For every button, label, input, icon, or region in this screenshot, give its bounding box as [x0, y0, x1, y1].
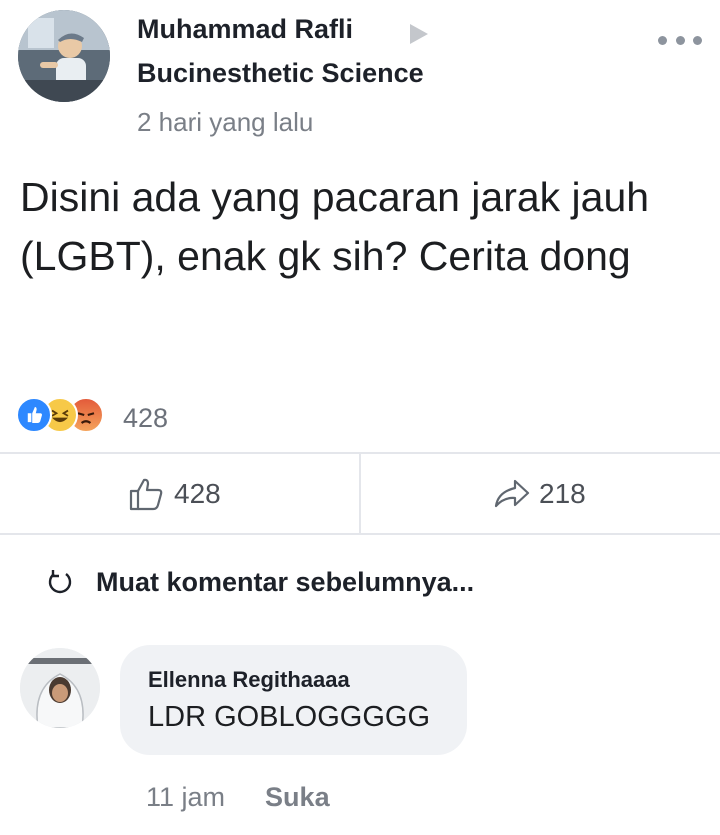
share-button[interactable]: 218 — [493, 474, 586, 514]
like-count: 428 — [174, 478, 221, 509]
load-previous-comments[interactable]: Muat komentar sebelumnya... — [46, 560, 474, 604]
comment-meta: 11 jam Suka — [146, 779, 330, 815]
commenter-avatar[interactable] — [20, 648, 100, 728]
like-reaction-icon — [16, 397, 52, 433]
post-text: Disini ada yang pacaran jarak jauh (LGBT… — [20, 174, 650, 279]
comment-author[interactable]: Ellenna Regithaaaa — [148, 667, 350, 693]
refresh-icon — [48, 570, 72, 594]
group-name[interactable]: Bucinesthetic Science — [137, 58, 424, 89]
author-avatar[interactable] — [18, 10, 110, 102]
post-header: Muhammad Rafli Bucinesthetic Science 2 h… — [0, 0, 720, 150]
caret-right-icon — [410, 24, 428, 44]
share-count: 218 — [539, 478, 586, 509]
comment-like-button[interactable]: Suka — [265, 782, 330, 813]
comment-timestamp[interactable]: 11 jam — [146, 782, 225, 813]
divider — [0, 533, 720, 535]
thumbs-up-icon — [129, 478, 163, 511]
dot — [658, 35, 667, 45]
load-previous-label: Muat komentar sebelumnya... — [96, 566, 475, 597]
dot — [693, 35, 702, 45]
dot — [675, 35, 685, 45]
post-timestamp[interactable]: 2 hari yang lalu — [137, 107, 313, 138]
share-arrow-icon — [494, 479, 530, 508]
comment-bubble: Ellenna Regithaaaa LDR GOBLOGGGGG — [120, 645, 467, 755]
reaction-count[interactable]: 428 — [123, 403, 168, 434]
like-button[interactable]: 428 — [128, 474, 221, 514]
author-name[interactable]: Muhammad Rafli — [137, 14, 353, 45]
comment-text: LDR GOBLOGGGGG — [148, 701, 430, 733]
more-dots-icon[interactable] — [658, 32, 702, 48]
divider — [359, 454, 361, 534]
